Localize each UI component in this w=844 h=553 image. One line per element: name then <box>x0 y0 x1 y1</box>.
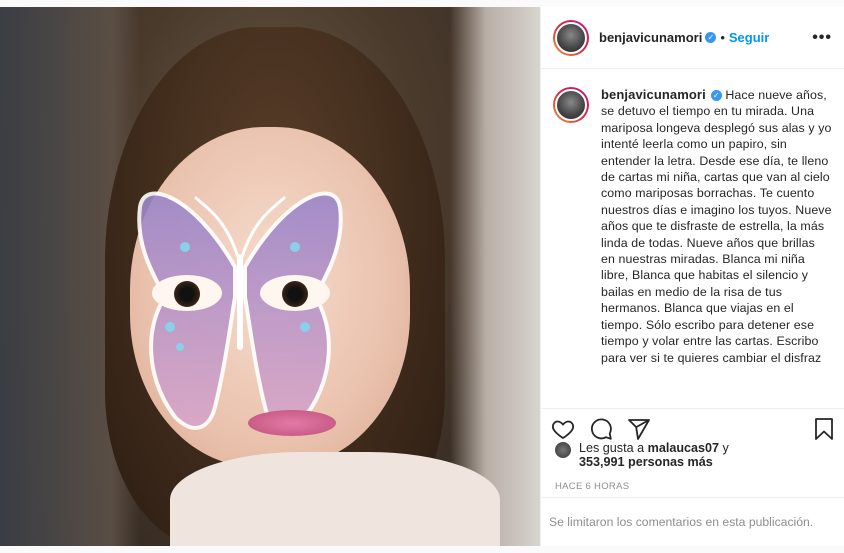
likes-prefix: Les gusta a <box>579 441 645 455</box>
caption-avatar-image <box>555 89 587 121</box>
caption-text: Hace nueve años, se detuvo el tiempo en … <box>601 88 832 365</box>
post-photo[interactable] <box>0 7 540 546</box>
post-modal: benjavicunamori ✓ • Seguir ••• benjavicu… <box>0 7 844 546</box>
bottom-strip <box>0 546 844 553</box>
more-options-icon[interactable]: ••• <box>812 29 832 47</box>
caption-avatar[interactable] <box>553 87 589 123</box>
photo-eye-right <box>260 275 330 311</box>
photo-shirt <box>170 452 500 546</box>
heart-icon[interactable] <box>551 417 575 441</box>
avatar-image <box>555 21 587 54</box>
likes-text: Les gusta a malaucas07 y 353,991 persona… <box>579 441 729 469</box>
likes-summary: Les gusta a malaucas07 y 353,991 persona… <box>555 441 729 469</box>
username-link[interactable]: benjavicunamori <box>599 30 702 45</box>
likes-count-link[interactable]: 353,991 personas más <box>579 455 713 469</box>
photo-eye-left <box>152 275 222 311</box>
liker-username-link[interactable]: malaucas07 <box>648 441 719 455</box>
paper-plane-icon[interactable] <box>627 417 651 441</box>
caption-section: benjavicunamori ✓ Hace nueve años, se det… <box>541 69 844 401</box>
comments-disabled-notice: Se limitaron los comentarios en esta pub… <box>541 497 844 546</box>
photo-lips <box>248 410 336 436</box>
likes-conjunction: y <box>722 441 729 455</box>
photo-background-right <box>450 7 540 546</box>
header-user: benjavicunamori ✓ • Seguir <box>599 30 769 45</box>
caption-username-link[interactable]: benjavicunamori <box>601 87 706 102</box>
bookmark-icon[interactable] <box>813 417 835 441</box>
follow-button[interactable]: Seguir <box>729 30 769 45</box>
avatar[interactable] <box>553 19 589 56</box>
post-header: benjavicunamori ✓ • Seguir ••• <box>541 7 844 69</box>
verified-badge-icon: ✓ <box>705 32 717 43</box>
post-timestamp[interactable]: HACE 6 HORAS <box>555 481 629 492</box>
caption: benjavicunamori ✓ Hace nueve años, se det… <box>601 87 832 401</box>
separator-dot: • <box>720 30 725 45</box>
liker-avatar[interactable] <box>555 442 571 458</box>
caption-verified-badge-icon: ✓ <box>710 90 722 102</box>
post-sidebar: benjavicunamori ✓ • Seguir ••• benjavicu… <box>540 7 844 546</box>
comment-icon[interactable] <box>589 417 613 441</box>
